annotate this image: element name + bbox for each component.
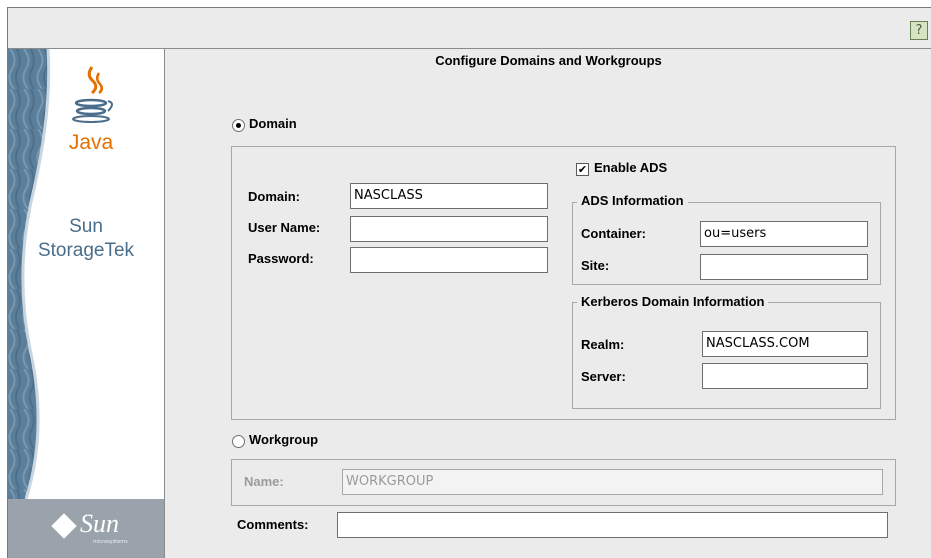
comments-field[interactable] bbox=[337, 512, 888, 538]
kerberos-title: Kerberos Domain Information bbox=[577, 294, 769, 309]
ads-information-title: ADS Information bbox=[577, 193, 688, 208]
product-name: Sun StorageTek bbox=[8, 215, 164, 263]
username-label: User Name: bbox=[248, 220, 321, 235]
workgroup-name-field[interactable]: WORKGROUP bbox=[342, 469, 883, 495]
sun-logo-subtext: microsystems bbox=[93, 539, 128, 545]
enable-ads-checkbox[interactable]: ✔ bbox=[576, 163, 589, 176]
domain-label: Domain: bbox=[248, 189, 300, 204]
branding-sidebar: Java Sun StorageTek Sun microsystems bbox=[8, 49, 165, 558]
comments-label: Comments: bbox=[237, 517, 309, 532]
workgroup-name-label: Name: bbox=[244, 474, 284, 489]
server-field[interactable] bbox=[702, 363, 868, 389]
server-label: Server: bbox=[581, 369, 626, 384]
domain-radio-label[interactable]: Domain bbox=[249, 116, 297, 131]
site-label: Site: bbox=[581, 258, 610, 273]
product-name-line2: StorageTek bbox=[37, 240, 135, 261]
container-field[interactable]: ou=users bbox=[700, 221, 868, 247]
sun-logo-text: Sun bbox=[80, 509, 119, 538]
radio-selected-dot bbox=[236, 123, 241, 128]
password-label: Password: bbox=[248, 251, 314, 266]
main-content: Configure Domains and Workgroups Domain … bbox=[165, 49, 931, 558]
realm-field[interactable]: NASCLASS.COM bbox=[702, 331, 868, 357]
enable-ads-label[interactable]: Enable ADS bbox=[594, 160, 667, 175]
page-title: Configure Domains and Workgroups bbox=[435, 53, 662, 68]
java-logo-text: Java bbox=[68, 131, 114, 154]
top-toolbar: ? bbox=[8, 8, 931, 49]
question-mark-icon[interactable]: ? bbox=[910, 21, 928, 40]
java-cup-icon bbox=[72, 66, 113, 123]
password-field[interactable] bbox=[350, 247, 548, 273]
app-window: ? Java Sun StorageTek Sun microsystems C… bbox=[7, 7, 931, 558]
domain-field[interactable]: NASCLASS bbox=[350, 183, 548, 209]
container-label: Container: bbox=[581, 226, 646, 241]
username-field[interactable] bbox=[350, 216, 548, 242]
product-name-line1: Sun bbox=[69, 216, 103, 237]
realm-label: Realm: bbox=[581, 337, 625, 352]
java-logo: Java bbox=[56, 61, 126, 161]
workgroup-radio[interactable] bbox=[232, 435, 245, 448]
domain-radio[interactable] bbox=[232, 119, 245, 132]
workgroup-radio-label[interactable]: Workgroup bbox=[249, 432, 318, 447]
site-field[interactable] bbox=[700, 254, 868, 280]
